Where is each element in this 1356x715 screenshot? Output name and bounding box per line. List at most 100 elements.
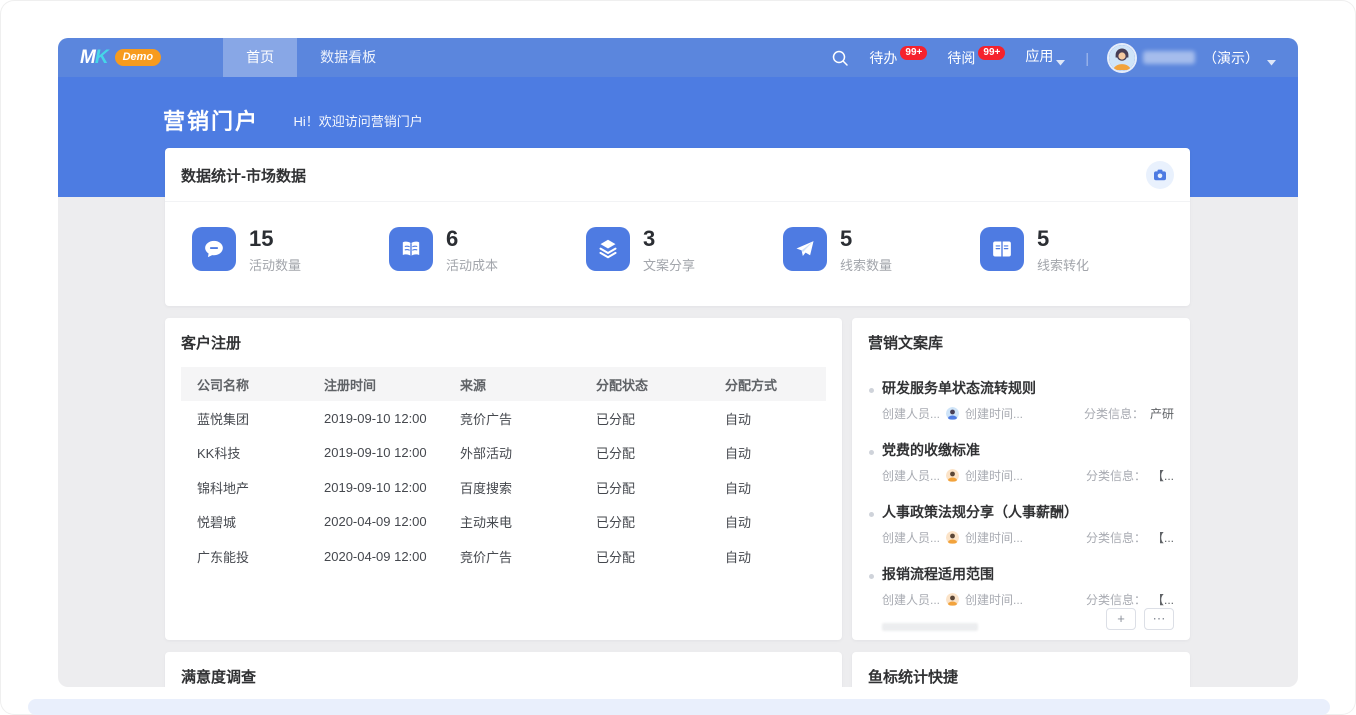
cell-time: 2019-09-10 12:00	[324, 480, 460, 495]
cell-company: 悦碧城	[197, 512, 324, 531]
col-source: 来源	[460, 375, 596, 394]
apps-label: 应用	[1025, 46, 1053, 66]
stat-label: 线索数量	[840, 255, 892, 274]
cell-source: 百度搜索	[460, 478, 596, 497]
table-row[interactable]: 悦碧城 2020-04-09 12:00 主动来电 已分配 自动	[181, 505, 826, 540]
logo-mark: MK	[80, 48, 108, 67]
stats-card-header: 数据统计-市场数据	[165, 148, 1190, 202]
stat-lead-count: 5 线索数量	[783, 227, 980, 274]
window-bottom-edge	[28, 699, 1330, 715]
todo-menu-item[interactable]: 待办 99+	[869, 48, 927, 68]
stat-activity-count: 15 活动数量	[192, 227, 389, 274]
cell-method: 自动	[725, 409, 826, 428]
app-logo[interactable]: MK Demo	[80, 48, 161, 67]
camera-button[interactable]	[1146, 161, 1174, 189]
cell-method: 自动	[725, 443, 826, 462]
category-value: 【...	[1152, 467, 1174, 484]
stat-value: 15	[249, 227, 301, 251]
stat-label: 线索转化	[1037, 255, 1089, 274]
stats-card-title: 数据统计-市场数据	[181, 165, 306, 186]
cell-method: 自动	[725, 512, 826, 531]
col-company: 公司名称	[197, 375, 324, 394]
list-item-meta: 创建人员... 创建时间... 分类信息： 产研	[882, 405, 1174, 422]
list-item-meta: 创建人员... 创建时间... 分类信息： 【...	[882, 467, 1174, 484]
category-label: 分类信息：	[1084, 405, 1144, 422]
library-card-title: 营销文案库	[852, 318, 1190, 365]
cell-status: 已分配	[596, 443, 725, 462]
category-label: 分类信息：	[1086, 467, 1146, 484]
cell-method: 自动	[725, 547, 826, 566]
tab-dashboard[interactable]: 数据看板	[297, 38, 399, 77]
bullet-dot-icon	[869, 450, 874, 455]
stats-card: 数据统计-市场数据 15 活动数量	[165, 148, 1190, 306]
toread-menu-item[interactable]: 待阅 99+	[947, 48, 1005, 68]
table-row[interactable]: 广东能投 2020-04-09 12:00 竞价广告 已分配 自动	[181, 539, 826, 574]
cell-time: 2019-09-10 12:00	[324, 445, 460, 460]
col-assign-status: 分配状态	[596, 375, 725, 394]
customer-card-title: 客户注册	[165, 318, 842, 365]
user-avatar	[1109, 45, 1135, 71]
cell-method: 自动	[725, 478, 826, 497]
customer-table: 公司名称 注册时间 来源 分配状态 分配方式 蓝悦集团 2019-09-10 1…	[181, 367, 826, 574]
stat-copy-share: 3 文案分享	[586, 227, 783, 274]
toread-count-badge: 99+	[978, 46, 1005, 60]
search-icon[interactable]	[831, 49, 849, 67]
user-menu[interactable]: （演示）	[1109, 45, 1276, 71]
user-name-redacted	[1143, 51, 1195, 64]
stat-value: 5	[840, 227, 892, 251]
satisfaction-survey-card: 满意度调查	[165, 652, 842, 687]
cell-time: 2019-09-10 12:00	[324, 411, 460, 426]
bullet-dot-icon	[869, 388, 874, 393]
cell-time: 2020-04-09 12:00	[324, 514, 460, 529]
category-value: 【...	[1152, 529, 1174, 546]
category-label: 分类信息：	[1086, 591, 1146, 608]
open-book-icon	[389, 227, 433, 271]
apps-menu-item[interactable]: 应用	[1025, 46, 1065, 69]
page-title: 营销门户	[163, 104, 259, 136]
customer-registration-card: 客户注册 公司名称 注册时间 来源 分配状态 分配方式 蓝悦集团 2019-09…	[165, 318, 842, 640]
more-button[interactable]: ⋯	[1144, 608, 1174, 630]
time-label: 创建时间...	[965, 405, 1023, 422]
survey-card-title: 满意度调查	[165, 652, 842, 687]
creator-avatar	[946, 531, 959, 544]
bullet-dot-icon	[869, 512, 874, 517]
creator-label: 创建人员...	[882, 529, 940, 546]
quick-card-title: 鱼标统计快捷	[852, 652, 1190, 687]
list-item[interactable]: 研发服务单状态流转规则 创建人员... 创建时间... 分类信息： 产研	[868, 369, 1174, 431]
stat-activity-cost: 6 活动成本	[389, 227, 586, 274]
col-register-time: 注册时间	[324, 375, 460, 394]
list-item[interactable]: 人事政策法规分享（人事薪酬） 创建人员... 创建时间... 分类信息： 【..…	[868, 493, 1174, 555]
contact-book-icon	[980, 227, 1024, 271]
cell-company: 蓝悦集团	[197, 409, 324, 428]
tab-home[interactable]: 首页	[223, 38, 297, 77]
table-row[interactable]: KK科技 2019-09-10 12:00 外部活动 已分配 自动	[181, 436, 826, 471]
chevron-down-icon	[1267, 53, 1276, 69]
cell-source: 竞价广告	[460, 409, 596, 428]
stat-label: 活动成本	[446, 255, 498, 274]
list-item-title: 党费的收缴标准	[882, 440, 1174, 460]
add-button[interactable]: +	[1106, 608, 1136, 630]
list-item-title: 研发服务单状态流转规则	[882, 378, 1174, 398]
stats-row: 15 活动数量 6 活动成本	[165, 202, 1190, 274]
app-window: MK Demo 首页 数据看板 待办 99+ 待阅 99+	[58, 38, 1298, 687]
category-value: 产研	[1150, 405, 1174, 422]
nav-divider: |	[1085, 50, 1089, 66]
table-row[interactable]: 锦科地产 2019-09-10 12:00 百度搜索 已分配 自动	[181, 470, 826, 505]
list-item[interactable]: 党费的收缴标准 创建人员... 创建时间... 分类信息： 【...	[868, 431, 1174, 493]
camera-icon	[1152, 167, 1168, 183]
time-label: 创建时间...	[965, 591, 1023, 608]
table-header-row: 公司名称 注册时间 来源 分配状态 分配方式	[181, 367, 826, 401]
welcome-text: Hi！欢迎访问营销门户	[293, 114, 422, 129]
list-item-meta: 创建人员... 创建时间... 分类信息： 【...	[882, 529, 1174, 546]
stat-value: 6	[446, 227, 498, 251]
table-row[interactable]: 蓝悦集团 2019-09-10 12:00 竞价广告 已分配 自动	[181, 401, 826, 436]
category-value: 【...	[1152, 591, 1174, 608]
todo-label: 待办	[869, 48, 897, 68]
creator-avatar	[946, 407, 959, 420]
target-stats-quick-card: 鱼标统计快捷	[852, 652, 1190, 687]
creator-avatar	[946, 469, 959, 482]
creator-label: 创建人员...	[882, 591, 940, 608]
cell-status: 已分配	[596, 478, 725, 497]
clipped-list-item	[882, 623, 978, 631]
bullet-dot-icon	[869, 574, 874, 579]
